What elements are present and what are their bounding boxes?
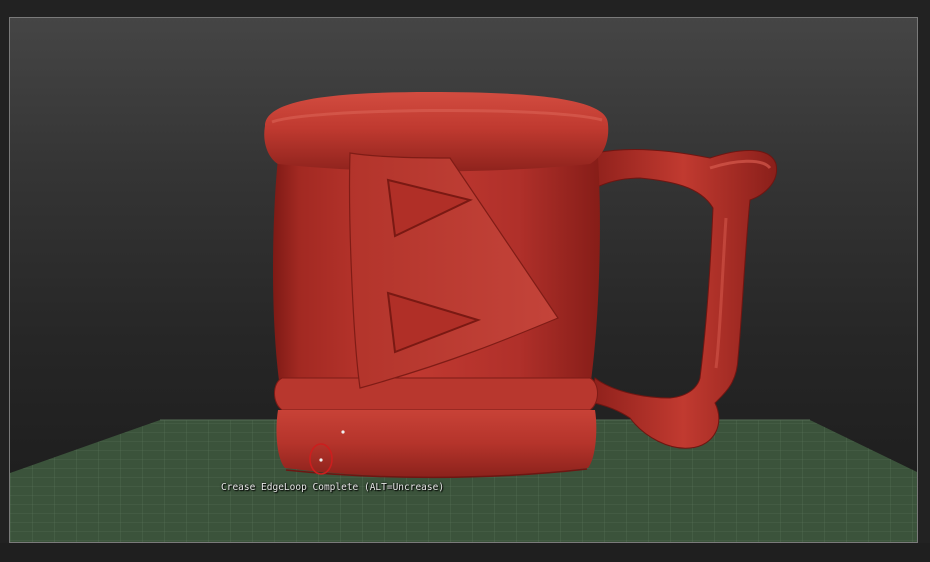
mug-handle xyxy=(589,148,778,449)
status-message: Crease EdgeLoop Complete (ALT=Uncrease) xyxy=(221,482,445,493)
viewport-scene[interactable] xyxy=(10,18,918,543)
mug-body xyxy=(264,92,609,479)
document-viewport[interactable]: Crease EdgeLoop Complete (ALT=Uncrease) xyxy=(9,17,918,543)
zbrush-canvas-window: Crease EdgeLoop Complete (ALT=Uncrease) xyxy=(0,0,930,562)
bottom-toolbar-area xyxy=(0,543,930,562)
